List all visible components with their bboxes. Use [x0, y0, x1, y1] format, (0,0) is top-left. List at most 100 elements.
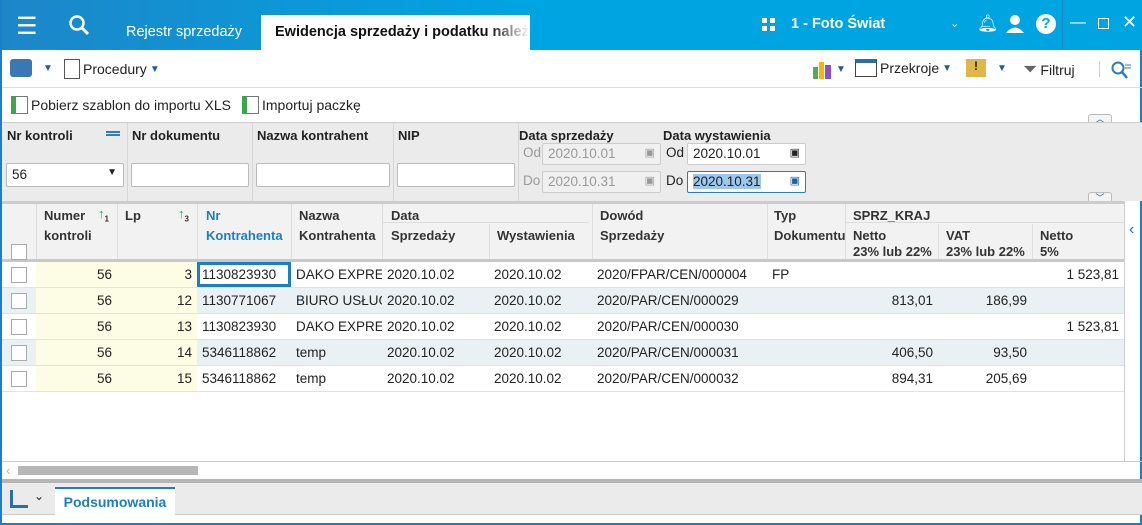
- column-header-wystawienia[interactable]: Wystawienia: [492, 224, 592, 248]
- cell-data-wystawienia[interactable]: 2020.10.02: [489, 366, 592, 391]
- przekroje-button[interactable]: Przekroje ▼: [855, 59, 952, 77]
- cell-dowod-sprzedazy[interactable]: 2020/FPAR/CEN/000004: [592, 262, 767, 287]
- cell-dowod-sprzedazy[interactable]: 2020/PAR/CEN/000030: [592, 314, 767, 339]
- cell-data-sprzedazy[interactable]: 2020.10.02: [382, 366, 489, 391]
- horizontal-scrollbar[interactable]: ‹: [2, 461, 1142, 479]
- equals-operator-icon[interactable]: [106, 131, 120, 136]
- row-checkbox[interactable]: [11, 293, 27, 309]
- cell-netto-23[interactable]: 894,31: [845, 366, 938, 391]
- chevron-left-icon[interactable]: ‹: [1129, 221, 1134, 239]
- select-all-checkbox[interactable]: [11, 244, 27, 260]
- cell-netto-5[interactable]: 1 523,81: [1032, 314, 1124, 339]
- column-divider[interactable]: [767, 204, 768, 259]
- maximize-icon[interactable]: [1098, 18, 1109, 29]
- column-header-sprzedazy[interactable]: Sprzedaży: [386, 224, 486, 248]
- cell-lp[interactable]: 14: [117, 340, 197, 365]
- column-divider[interactable]: [117, 204, 118, 259]
- cell-data-wystawienia[interactable]: 2020.10.02: [489, 340, 592, 365]
- cell-netto-5[interactable]: 1 523,81: [1032, 262, 1124, 287]
- cell-netto-5[interactable]: [1032, 340, 1124, 365]
- cell-lp[interactable]: 15: [117, 366, 197, 391]
- cell-numer-kontroli[interactable]: 56: [36, 262, 117, 287]
- scrollbar-thumb[interactable]: [18, 466, 198, 475]
- table-row[interactable]: 56 12 1130771067 BIURO USŁUG 2020.10.02 2020.…: [2, 288, 1124, 314]
- column-header-netto5_rate[interactable]: 5%: [1035, 241, 1125, 263]
- user-icon[interactable]: [1005, 14, 1025, 34]
- cell-vat-23[interactable]: 93,50: [938, 340, 1032, 365]
- column-divider[interactable]: [382, 204, 383, 259]
- cell-data-wystawienia[interactable]: 2020.10.02: [489, 262, 592, 287]
- settings-warning-button[interactable]: ! ▼: [966, 59, 1007, 77]
- cell-nr-kontrahenta[interactable]: 1130823930: [197, 262, 291, 287]
- row-checkbox[interactable]: [11, 319, 27, 335]
- column-header-vat_rate[interactable]: 23% lub 22%: [941, 241, 1033, 263]
- table-row[interactable]: 56 14 5346118862 temp 2020.10.02 2020.10.02 20…: [2, 340, 1124, 366]
- cell-netto-23[interactable]: [845, 262, 938, 287]
- nr-dokumentu-input[interactable]: [131, 163, 249, 187]
- cell-vat-23[interactable]: 205,69: [938, 366, 1032, 391]
- chevron-down-icon[interactable]: ⌄: [950, 17, 959, 30]
- chevron-down-icon[interactable]: ⌄: [34, 489, 44, 503]
- column-divider[interactable]: [1032, 224, 1033, 259]
- cell-netto-23[interactable]: [845, 314, 938, 339]
- column-divider[interactable]: [489, 224, 490, 259]
- tab-podsumowania[interactable]: Podsumowania: [55, 487, 175, 515]
- cell-lp[interactable]: 3: [117, 262, 197, 287]
- cell-data-sprzedazy[interactable]: 2020.10.02: [382, 340, 489, 365]
- cell-nazwa-kontrahenta[interactable]: temp: [291, 366, 382, 391]
- search-list-icon[interactable]: [1110, 60, 1132, 80]
- table-row[interactable]: 5631130823930DAKO EXPRESS2020.10.022020.…: [2, 262, 1124, 288]
- chart-button[interactable]: ▼: [811, 59, 846, 79]
- cell-nr-kontrahenta[interactable]: 1130823930: [197, 314, 291, 339]
- cell-nr-kontrahenta[interactable]: 5346118862: [197, 340, 291, 365]
- column-header-netto_rate[interactable]: 23% lub 22%: [848, 241, 940, 263]
- column-header-kontroli[interactable]: kontroli: [39, 224, 119, 248]
- column-divider[interactable]: [845, 204, 846, 259]
- cell-netto-5[interactable]: [1032, 366, 1124, 391]
- cell-data-sprzedazy[interactable]: 2020.10.02: [382, 288, 489, 313]
- column-header-kontrahenta[interactable]: Kontrahenta: [201, 224, 291, 248]
- cell-numer-kontroli[interactable]: 56: [36, 366, 117, 391]
- data-sprzedazy-do-input[interactable]: 2020.10.31 ▣: [542, 171, 661, 193]
- nazwa-kontrahent-input[interactable]: [256, 163, 390, 187]
- sort-ascending-icon[interactable]: ↑1: [98, 206, 109, 224]
- column-divider[interactable]: [592, 204, 593, 259]
- tab-rejestr-sprzedazy[interactable]: Rejestr sprzedaży: [112, 15, 256, 50]
- cell-typ-dokumentu[interactable]: [767, 340, 845, 365]
- cell-typ-dokumentu[interactable]: [767, 288, 845, 313]
- cell-numer-kontroli[interactable]: 56: [36, 340, 117, 365]
- column-divider[interactable]: [291, 204, 292, 259]
- cell-nr-kontrahenta[interactable]: 1130771067: [197, 288, 291, 313]
- apps-grid-icon[interactable]: [762, 18, 776, 32]
- pobierz-szablon-button[interactable]: Pobierz szablon do importu XLS: [11, 96, 231, 114]
- column-header-nazwa2[interactable]: Kontrahenta: [294, 224, 382, 248]
- importuj-paczke-button[interactable]: Importuj paczkę: [242, 96, 361, 114]
- column-divider[interactable]: [938, 224, 939, 259]
- cell-vat-23[interactable]: [938, 262, 1032, 287]
- procedury-button[interactable]: Procedury ▼: [64, 59, 160, 79]
- data-sprzedazy-od-input[interactable]: 2020.10.01 ▣: [542, 143, 661, 165]
- cell-data-sprzedazy[interactable]: 2020.10.02: [382, 262, 489, 287]
- tab-ewidencja[interactable]: Ewidencja sprzedaży i podatku należnego: [261, 15, 530, 50]
- cell-nazwa-kontrahenta[interactable]: temp: [291, 340, 382, 365]
- cell-netto-23[interactable]: 406,50: [845, 340, 938, 365]
- row-checkbox[interactable]: [11, 345, 27, 361]
- data-wystawienia-do-input[interactable]: 2020.10.31 ▣: [687, 171, 806, 193]
- bell-icon[interactable]: 🔔︎: [977, 14, 999, 34]
- search-icon[interactable]: [68, 14, 90, 36]
- cell-dowod-sprzedazy[interactable]: 2020/PAR/CEN/000032: [592, 366, 767, 391]
- column-divider[interactable]: [36, 204, 37, 259]
- company-name[interactable]: 1 - Foto Świat: [791, 16, 885, 32]
- cell-dowod-sprzedazy[interactable]: 2020/PAR/CEN/000029: [592, 288, 767, 313]
- close-icon[interactable]: ✕: [1122, 12, 1137, 33]
- cell-nr-kontrahenta[interactable]: 5346118862: [197, 366, 291, 391]
- column-header-typ2[interactable]: Dokumentu: [769, 224, 847, 248]
- row-checkbox[interactable]: [11, 371, 27, 387]
- table-row[interactable]: 56131130823930DAKO EXPRESS2020.10.022020…: [2, 314, 1124, 340]
- cell-typ-dokumentu[interactable]: FP: [767, 262, 845, 287]
- cell-numer-kontroli[interactable]: 56: [36, 314, 117, 339]
- cell-numer-kontroli[interactable]: 56: [36, 288, 117, 313]
- cell-vat-23[interactable]: [938, 314, 1032, 339]
- menu-icon[interactable]: ☰: [16, 12, 38, 41]
- cell-data-wystawienia[interactable]: 2020.10.02: [489, 288, 592, 313]
